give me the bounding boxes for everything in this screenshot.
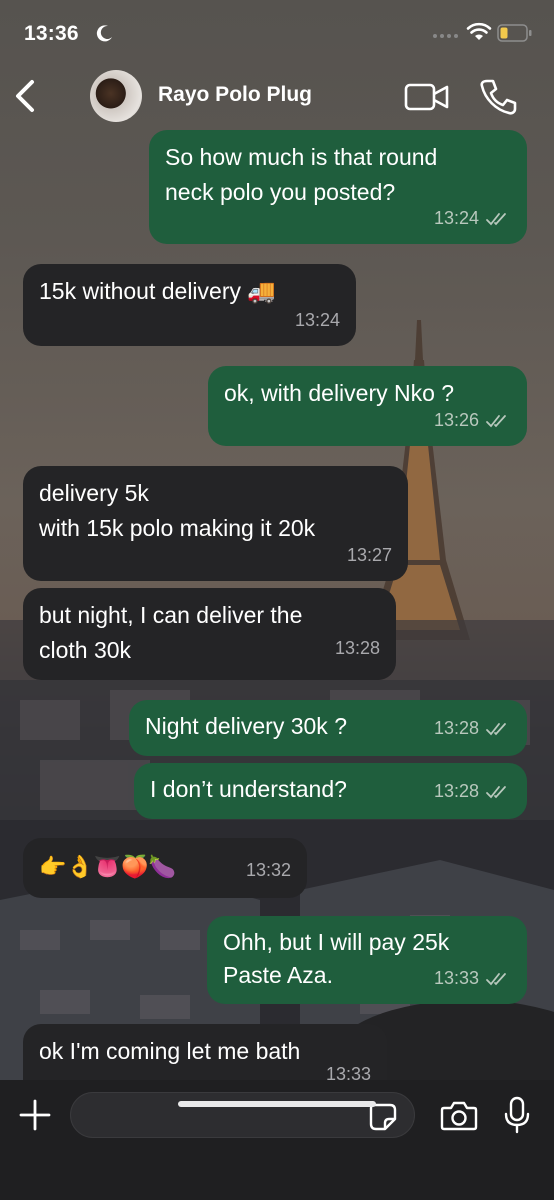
message-time: 13:27 (346, 545, 392, 565)
message-bubble-incoming[interactable]: delivery 5k with 15k polo making it 20k … (23, 466, 408, 581)
message-meta: 13:32 (246, 853, 291, 888)
chat-header: Rayo Polo Plug (0, 64, 554, 130)
message-bubble-incoming[interactable]: but night, I can deliver the cloth 30k 1… (23, 588, 396, 680)
message-time: 13:26 (433, 410, 479, 430)
double-check-icon (486, 972, 506, 985)
message-text: delivery 5k with 15k polo making it 20k (39, 480, 316, 541)
message-bubble-outgoing[interactable]: I don’t understand? 13:28 (134, 763, 527, 819)
message-time: 13:28 (433, 718, 479, 738)
avatar[interactable] (90, 70, 142, 122)
status-time: 13:36 (24, 22, 79, 45)
camera-icon[interactable] (440, 1100, 478, 1132)
message-time: 13:24 (433, 208, 479, 228)
message-time: 13:33 (325, 1064, 371, 1080)
status-bar: 13:36 (0, 0, 554, 64)
message-input[interactable] (70, 1092, 415, 1138)
message-bubble-outgoing[interactable]: So how much is that round neck polo you … (149, 130, 527, 244)
message-time: 13:32 (245, 860, 291, 880)
message-meta: 13:27 (347, 538, 392, 573)
message-meta: 13:28 (434, 711, 509, 746)
message-bubble-incoming[interactable]: ok I'm coming let me bath 13:33 (23, 1024, 387, 1080)
message-bubble-incoming[interactable]: 👉👌👅🍑🍆 13:32 (23, 838, 307, 898)
message-meta: 13:26 (434, 403, 509, 438)
message-bubble-outgoing[interactable]: Ohh, but I will pay 25k Paste Aza. 13:33 (207, 916, 527, 1004)
message-text: ok I'm coming let me bath (39, 1038, 301, 1064)
video-call-icon[interactable] (404, 82, 450, 112)
message-time: 13:28 (334, 638, 380, 658)
message-list[interactable]: So how much is that round neck polo you … (0, 130, 554, 1080)
contact-name[interactable]: Rayo Polo Plug (158, 83, 312, 107)
wifi-icon (466, 22, 492, 40)
message-meta: 13:28 (335, 631, 380, 666)
message-time: 13:24 (294, 310, 340, 330)
message-bubble-incoming[interactable]: 15k without delivery 🚚 13:24 (23, 264, 356, 346)
home-indicator (178, 1101, 376, 1107)
message-time: 13:28 (433, 781, 479, 801)
message-meta: 13:33 (434, 961, 509, 996)
double-check-icon (486, 212, 506, 225)
double-check-icon (486, 785, 506, 798)
double-check-icon (486, 414, 506, 427)
back-icon[interactable] (10, 78, 42, 114)
composer-bar (0, 1080, 554, 1200)
signal-icon (433, 34, 458, 38)
mic-icon[interactable] (503, 1096, 531, 1134)
message-text: but night, I can deliver the cloth 30k (39, 602, 303, 663)
moon-icon (96, 25, 112, 42)
message-meta: 13:28 (434, 774, 509, 809)
double-check-icon (486, 722, 506, 735)
message-meta: 13:24 (434, 201, 509, 236)
message-time: 13:33 (433, 968, 479, 988)
phone-call-icon[interactable] (478, 78, 518, 116)
message-meta: 13:33 (326, 1057, 371, 1080)
message-bubble-outgoing[interactable]: ok, with delivery Nko ? 13:26 (208, 366, 527, 446)
message-bubble-outgoing[interactable]: Night delivery 30k ? 13:28 (129, 700, 527, 756)
message-text: So how much is that round neck polo you … (165, 144, 438, 205)
plus-icon[interactable] (18, 1098, 52, 1132)
message-meta: 13:24 (295, 303, 340, 338)
battery-icon (497, 24, 532, 42)
